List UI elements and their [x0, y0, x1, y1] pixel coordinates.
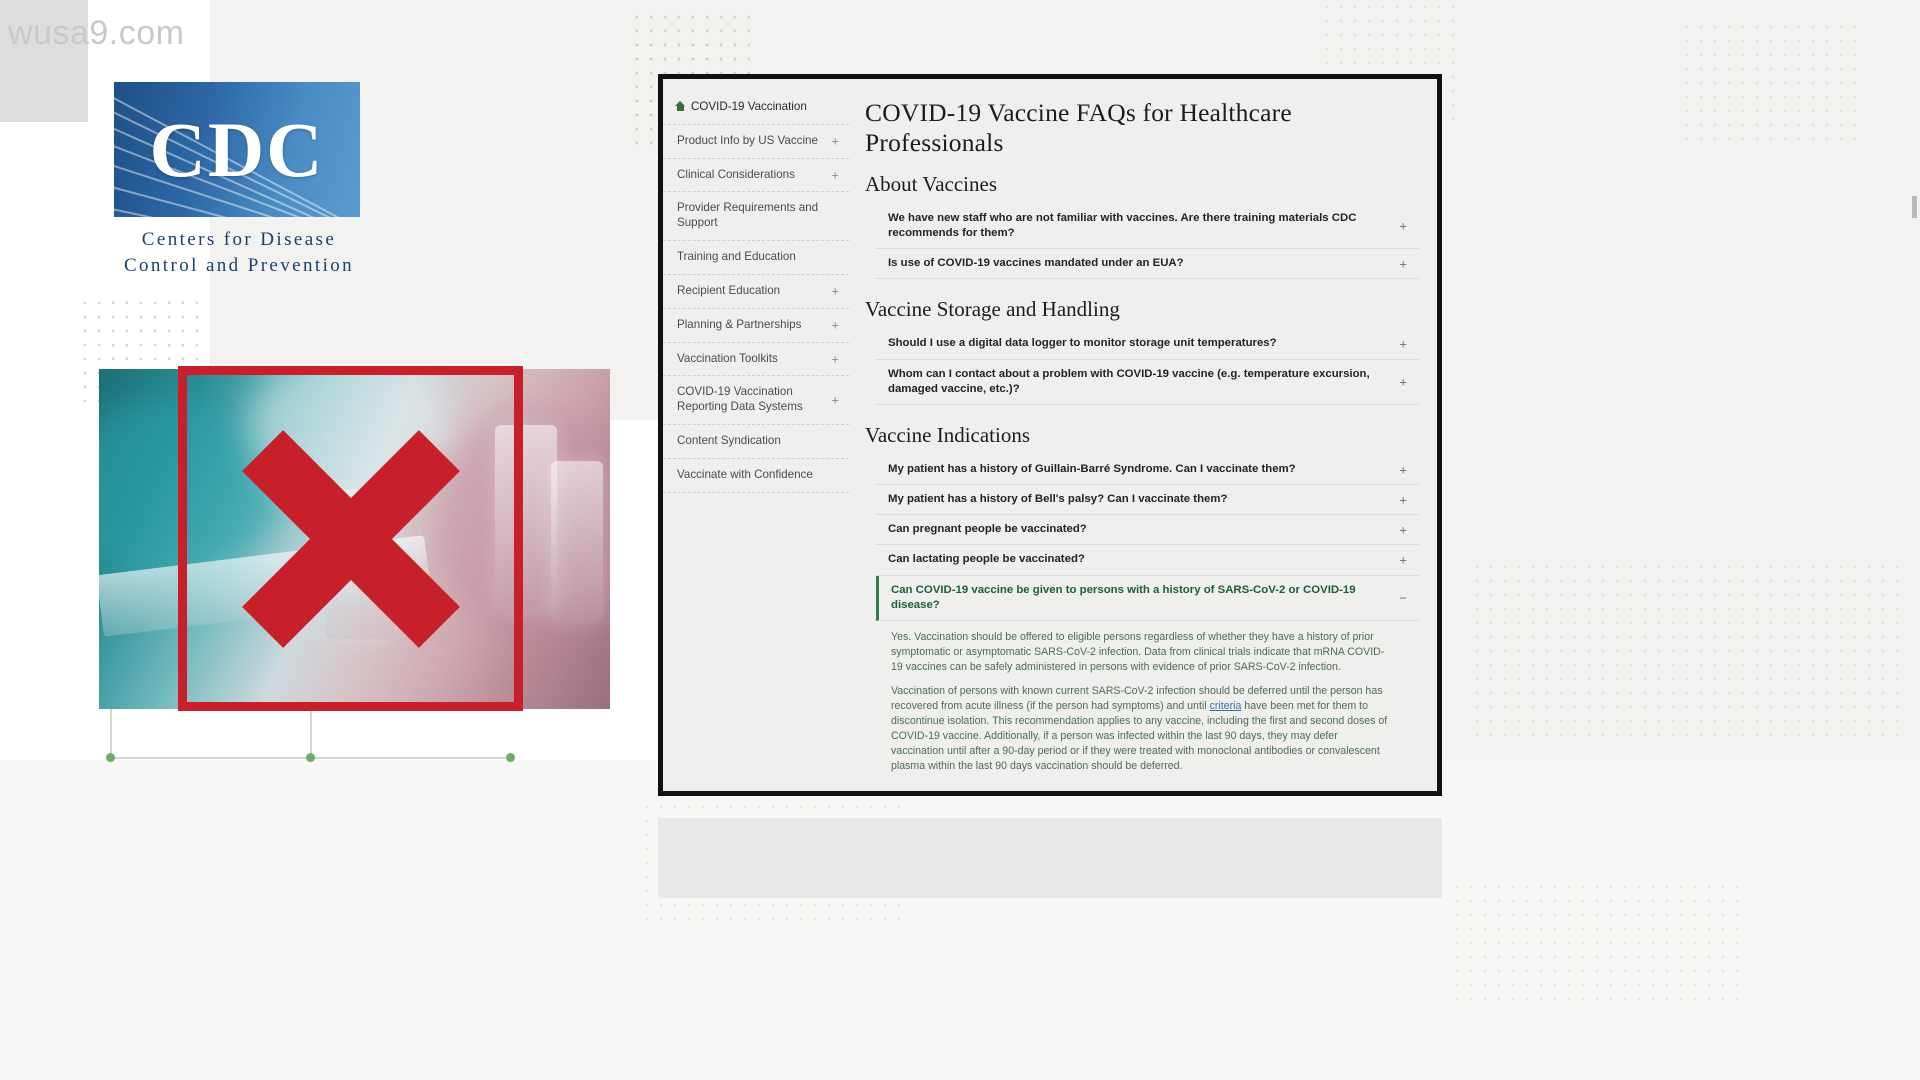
sidebar-item-clinical-considerations[interactable]: Clinical Considerations +: [663, 159, 849, 193]
expand-plus-icon[interactable]: +: [831, 319, 839, 332]
lower-ghost-panel: [658, 818, 1442, 898]
dot-pattern-h: [1450, 880, 1750, 1000]
section-heading-vaccine-indications: Vaccine Indications: [865, 422, 1031, 447]
vial-shape-2: [551, 461, 603, 621]
sidebar-item-label: Content Syndication: [677, 434, 781, 448]
faq-question: We have new staff who are not familiar w…: [888, 212, 1357, 240]
sidebar: COVID-19 Vaccination Product Info by US …: [663, 79, 849, 791]
sidebar-item-reporting-data-systems[interactable]: COVID-19 Vaccination Reporting Data Syst…: [663, 376, 849, 426]
faq-row[interactable]: Can COVID-19 vaccine be given to persons…: [876, 784, 1419, 791]
cdc-logo-letters: CDC: [149, 105, 325, 193]
section-heading-vaccine-storage: Vaccine Storage and Handling: [865, 297, 1120, 322]
expand-plus-icon[interactable]: +: [1399, 257, 1407, 270]
faq-row[interactable]: Whom can I contact about a problem with …: [876, 360, 1419, 405]
expand-plus-icon[interactable]: +: [831, 135, 839, 148]
expand-plus-icon[interactable]: +: [1399, 375, 1407, 388]
accent-dot-mid: [306, 753, 315, 762]
sidebar-item-vaccination-toolkits[interactable]: Vaccination Toolkits +: [663, 343, 849, 377]
expand-plus-icon[interactable]: +: [831, 353, 839, 366]
broadcast-stage: wusa9.com CDC Centers for Disease Contro…: [0, 0, 1920, 1080]
expand-plus-icon[interactable]: +: [1399, 553, 1407, 566]
cdc-logo-mark: CDC: [114, 82, 360, 217]
cdc-tagline-line-1: Centers for Disease: [141, 229, 337, 250]
page-scrollbar-thumb[interactable]: [1912, 196, 1917, 218]
sidebar-item-label: Training and Education: [677, 250, 796, 264]
sidebar-item-planning-partnerships[interactable]: Planning & Partnerships +: [663, 309, 849, 343]
faq-row[interactable]: My patient has a history of Guillain-Bar…: [876, 455, 1419, 486]
home-icon: [675, 101, 686, 111]
sidebar-item-content-syndication[interactable]: Content Syndication: [663, 425, 849, 459]
sidebar-item-label: COVID-19 Vaccination Reporting Data Syst…: [677, 385, 803, 414]
expand-plus-icon[interactable]: +: [831, 285, 839, 298]
faq-question: Should I use a digital data logger to mo…: [888, 337, 1277, 350]
faq-row[interactable]: Can pregnant people be vaccinated? +: [876, 515, 1419, 546]
faq-row-expanded[interactable]: Can COVID-19 vaccine be given to persons…: [876, 575, 1419, 621]
expand-plus-icon[interactable]: +: [1399, 220, 1407, 233]
faq-question: Can COVID-19 vaccine be given to persons…: [891, 583, 1356, 611]
faq-question: My patient has a history of Bell's palsy…: [888, 493, 1228, 506]
expand-plus-icon[interactable]: +: [831, 169, 839, 182]
cdc-website-screenshot: COVID-19 Vaccination Product Info by US …: [658, 74, 1442, 796]
sidebar-item-label: Vaccinate with Confidence: [677, 467, 813, 481]
faq-list-about-vaccines: We have new staff who are not familiar w…: [876, 204, 1419, 280]
red-x-icon: [178, 366, 523, 711]
faq-answer-paragraph-1: Yes. Vaccination should be offered to el…: [891, 630, 1385, 673]
faq-list-vaccine-indications: My patient has a history of Guillain-Bar…: [876, 455, 1419, 791]
sidebar-item-training-education[interactable]: Training and Education: [663, 241, 849, 275]
faq-list-vaccine-storage: Should I use a digital data logger to mo…: [876, 329, 1419, 405]
faq-row[interactable]: We have new staff who are not familiar w…: [876, 204, 1419, 250]
sidebar-item-label: Recipient Education: [677, 283, 781, 297]
faq-answer-paragraph-2: Vaccination of persons with known curren…: [891, 684, 1389, 774]
faq-question: My patient has a history of Guillain-Bar…: [888, 462, 1296, 475]
station-watermark: wusa9.com: [8, 14, 185, 52]
faq-row[interactable]: My patient has a history of Bell's palsy…: [876, 485, 1419, 516]
sidebar-item-product-info[interactable]: Product Info by US Vaccine +: [663, 125, 849, 159]
sidebar-item-recipient-education[interactable]: Recipient Education +: [663, 275, 849, 309]
sidebar-item-provider-requirements[interactable]: Provider Requirements and Support: [663, 192, 849, 242]
expand-plus-icon[interactable]: +: [1399, 523, 1407, 536]
section-heading-about-vaccines: About Vaccines: [865, 172, 997, 196]
faq-answer: Yes. Vaccination should be offered to el…: [876, 621, 1419, 784]
sidebar-item-label: Clinical Considerations: [677, 167, 795, 181]
main-content: COVID-19 Vaccine FAQs for Healthcare Pro…: [849, 79, 1437, 791]
expand-plus-icon[interactable]: +: [1399, 338, 1407, 351]
faq-row[interactable]: Should I use a digital data logger to mo…: [876, 329, 1419, 360]
faq-question: Can pregnant people be vaccinated?: [888, 523, 1087, 536]
dot-pattern-f: [1470, 560, 1900, 740]
sidebar-item-label: Planning & Partnerships: [677, 317, 802, 331]
vaccine-photo: [99, 366, 610, 711]
sidebar-item-covid-19-vaccination[interactable]: COVID-19 Vaccination: [663, 91, 849, 125]
cdc-logo: CDC Centers for Disease Control and Prev…: [114, 82, 364, 278]
expand-plus-icon[interactable]: +: [1399, 493, 1407, 506]
sidebar-item-label: Vaccination Toolkits: [677, 351, 778, 365]
faq-question: Whom can I contact about a problem with …: [888, 367, 1370, 395]
dot-pattern-c: [1680, 20, 1860, 140]
expand-plus-icon[interactable]: +: [1399, 463, 1407, 476]
sidebar-item-label: Provider Requirements and Support: [677, 201, 819, 230]
page-title: COVID-19 Vaccine FAQs for Healthcare Pro…: [865, 98, 1292, 157]
cdc-tagline-line-2: Control and Prevention: [123, 254, 355, 276]
sidebar-item-label: COVID-19 Vaccination: [691, 100, 807, 113]
faq-question: Is use of COVID-19 vaccines mandated und…: [888, 257, 1184, 270]
sidebar-item-vaccinate-with-confidence[interactable]: Vaccinate with Confidence: [663, 459, 849, 493]
faq-row[interactable]: Is use of COVID-19 vaccines mandated und…: [876, 249, 1419, 280]
collapse-minus-icon[interactable]: −: [1399, 591, 1407, 604]
accent-dot-left: [106, 753, 115, 762]
faq-question: Can lactating people be vaccinated?: [888, 553, 1085, 566]
accent-dot-right: [506, 753, 515, 762]
faq-row[interactable]: Can lactating people be vaccinated? +: [876, 545, 1419, 576]
cdc-logo-tagline: Centers for Disease Control and Preventi…: [114, 227, 364, 278]
expand-plus-icon[interactable]: +: [831, 394, 839, 407]
sidebar-item-label: Product Info by US Vaccine: [677, 133, 818, 147]
criteria-link[interactable]: criteria: [1210, 700, 1242, 712]
